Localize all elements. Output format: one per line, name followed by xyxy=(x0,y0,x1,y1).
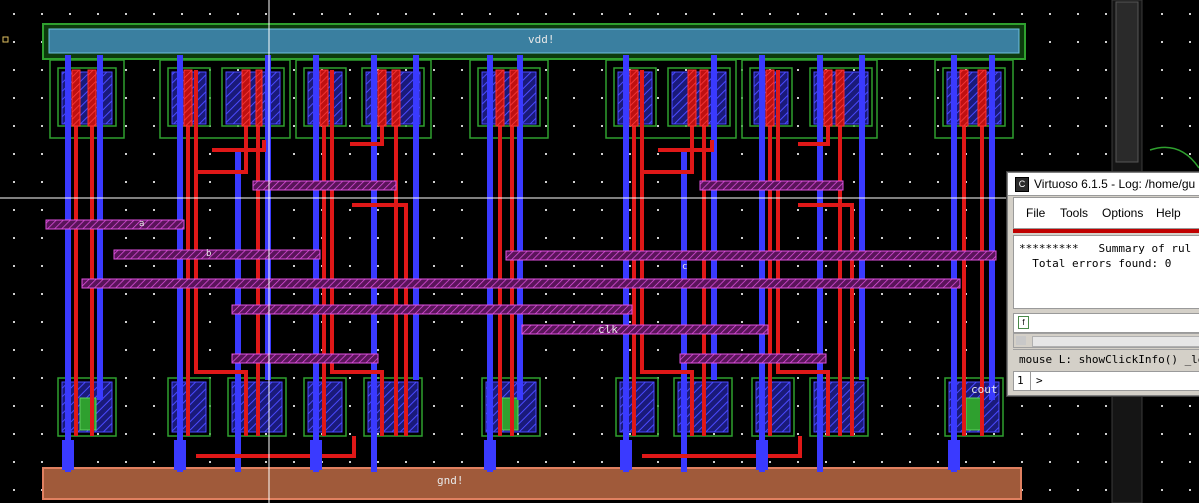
menu-options[interactable]: Options xyxy=(1102,206,1143,220)
log-line: Total errors found: 0 xyxy=(1019,257,1172,270)
command-prompt[interactable]: 1 > xyxy=(1013,371,1199,391)
pin-b-label: b xyxy=(206,249,212,259)
pin-c-label: c xyxy=(682,262,688,272)
menu-help[interactable]: Help xyxy=(1156,206,1181,220)
log-window[interactable]: C Virtuoso 6.1.5 - Log: /home/gu File To… xyxy=(1007,172,1199,396)
log-title: Virtuoso 6.1.5 - Log: /home/gu xyxy=(1034,177,1196,191)
prompt-symbol: > xyxy=(1036,374,1043,387)
log-menubar: File Tools Options Help xyxy=(1013,197,1199,229)
log-horizontal-scrollbar[interactable] xyxy=(1013,333,1199,348)
menu-file[interactable]: File xyxy=(1026,206,1045,220)
canvas-scrollbar-thumb xyxy=(1115,1,1139,163)
log-line: ********* Summary of rul xyxy=(1019,242,1192,255)
input-mode-icon: f xyxy=(1018,316,1029,329)
gnd-label: gnd! xyxy=(437,474,464,487)
cadence-icon[interactable]: C xyxy=(1015,177,1029,192)
log-separator xyxy=(1013,229,1199,233)
log-output[interactable]: ********* Summary of rul Total errors fo… xyxy=(1013,235,1199,309)
clk-label: clk xyxy=(598,323,618,336)
mouse-status-text: mouse L: showClickInfo() _leiL xyxy=(1019,353,1199,366)
log-input-field[interactable]: f xyxy=(1013,313,1199,333)
log-titlebar[interactable]: C Virtuoso 6.1.5 - Log: /home/gu xyxy=(1008,173,1199,196)
gnd-rail xyxy=(42,467,1022,500)
prompt-number: 1 xyxy=(1017,374,1024,387)
vdd-label: vdd! xyxy=(528,33,555,46)
menu-tools[interactable]: Tools xyxy=(1060,206,1088,220)
prompt-divider xyxy=(1030,372,1031,390)
pin-a-label: a xyxy=(139,219,145,229)
scroll-left-icon[interactable] xyxy=(1016,336,1026,345)
scrollbar-thumb[interactable] xyxy=(1032,336,1199,347)
cout-label: cout xyxy=(971,383,998,396)
mouse-status-bar: mouse L: showClickInfo() _leiL xyxy=(1013,349,1199,370)
